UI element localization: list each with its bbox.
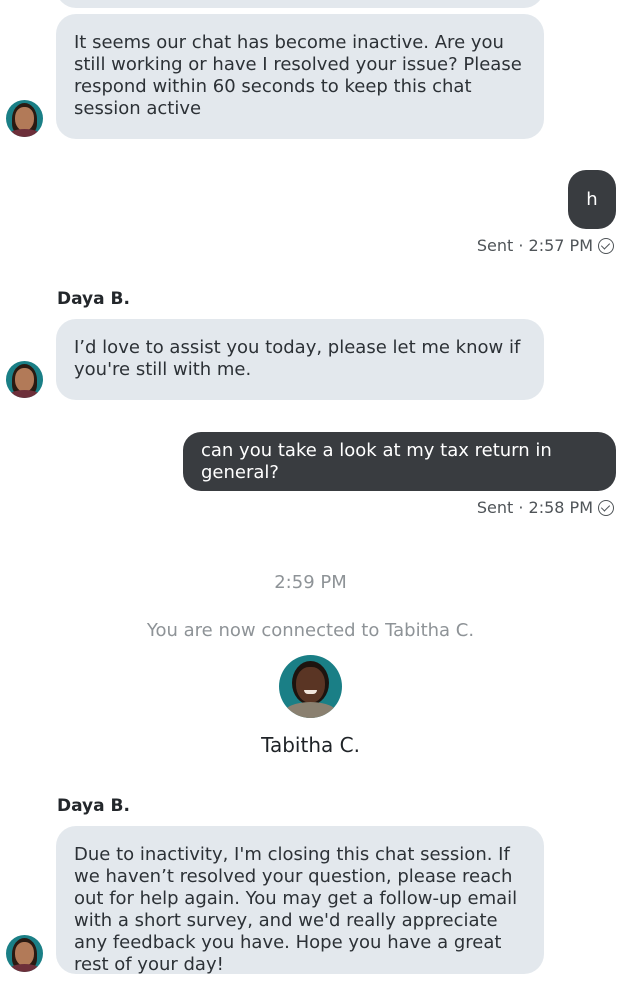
sender-name: Daya B.: [57, 289, 130, 309]
agent-name: Tabitha C.: [261, 733, 360, 757]
sent-time: Sent · 2:58 PM: [476, 498, 593, 517]
previous-message-bubble: [56, 0, 544, 8]
agent-message-bubble: Due to inactivity, I'm closing this chat…: [56, 826, 544, 975]
agent-large-avatar: [279, 655, 342, 718]
message-text: h: [586, 188, 598, 210]
message-text: It seems our chat has become inactive. A…: [74, 32, 522, 119]
message-text: can you take a look at my tax return in …: [201, 439, 552, 483]
sender-name: Daya B.: [57, 796, 130, 816]
user-message-bubble: h: [568, 170, 616, 229]
agent-message-bubble: It seems our chat has become inactive. A…: [56, 14, 544, 139]
check-circle-icon: [598, 237, 614, 254]
agent-avatar: [6, 361, 43, 398]
message-text: Due to inactivity, I'm closing this chat…: [74, 844, 518, 975]
check-circle-icon: [598, 499, 614, 516]
agent-message-bubble: I’d love to assist you today, please let…: [56, 319, 544, 400]
message-status: Sent · 2:57 PM: [477, 236, 614, 255]
user-message-bubble: can you take a look at my tax return in …: [183, 432, 616, 491]
chat-timestamp: 2:59 PM: [274, 572, 347, 593]
sent-time: Sent · 2:57 PM: [476, 236, 593, 255]
system-notice: You are now connected to Tabitha C.: [146, 620, 475, 641]
message-text: I’d love to assist you today, please let…: [74, 337, 521, 380]
message-status: Sent · 2:58 PM: [477, 498, 614, 517]
agent-avatar: [6, 935, 43, 972]
agent-avatar: [6, 100, 43, 137]
